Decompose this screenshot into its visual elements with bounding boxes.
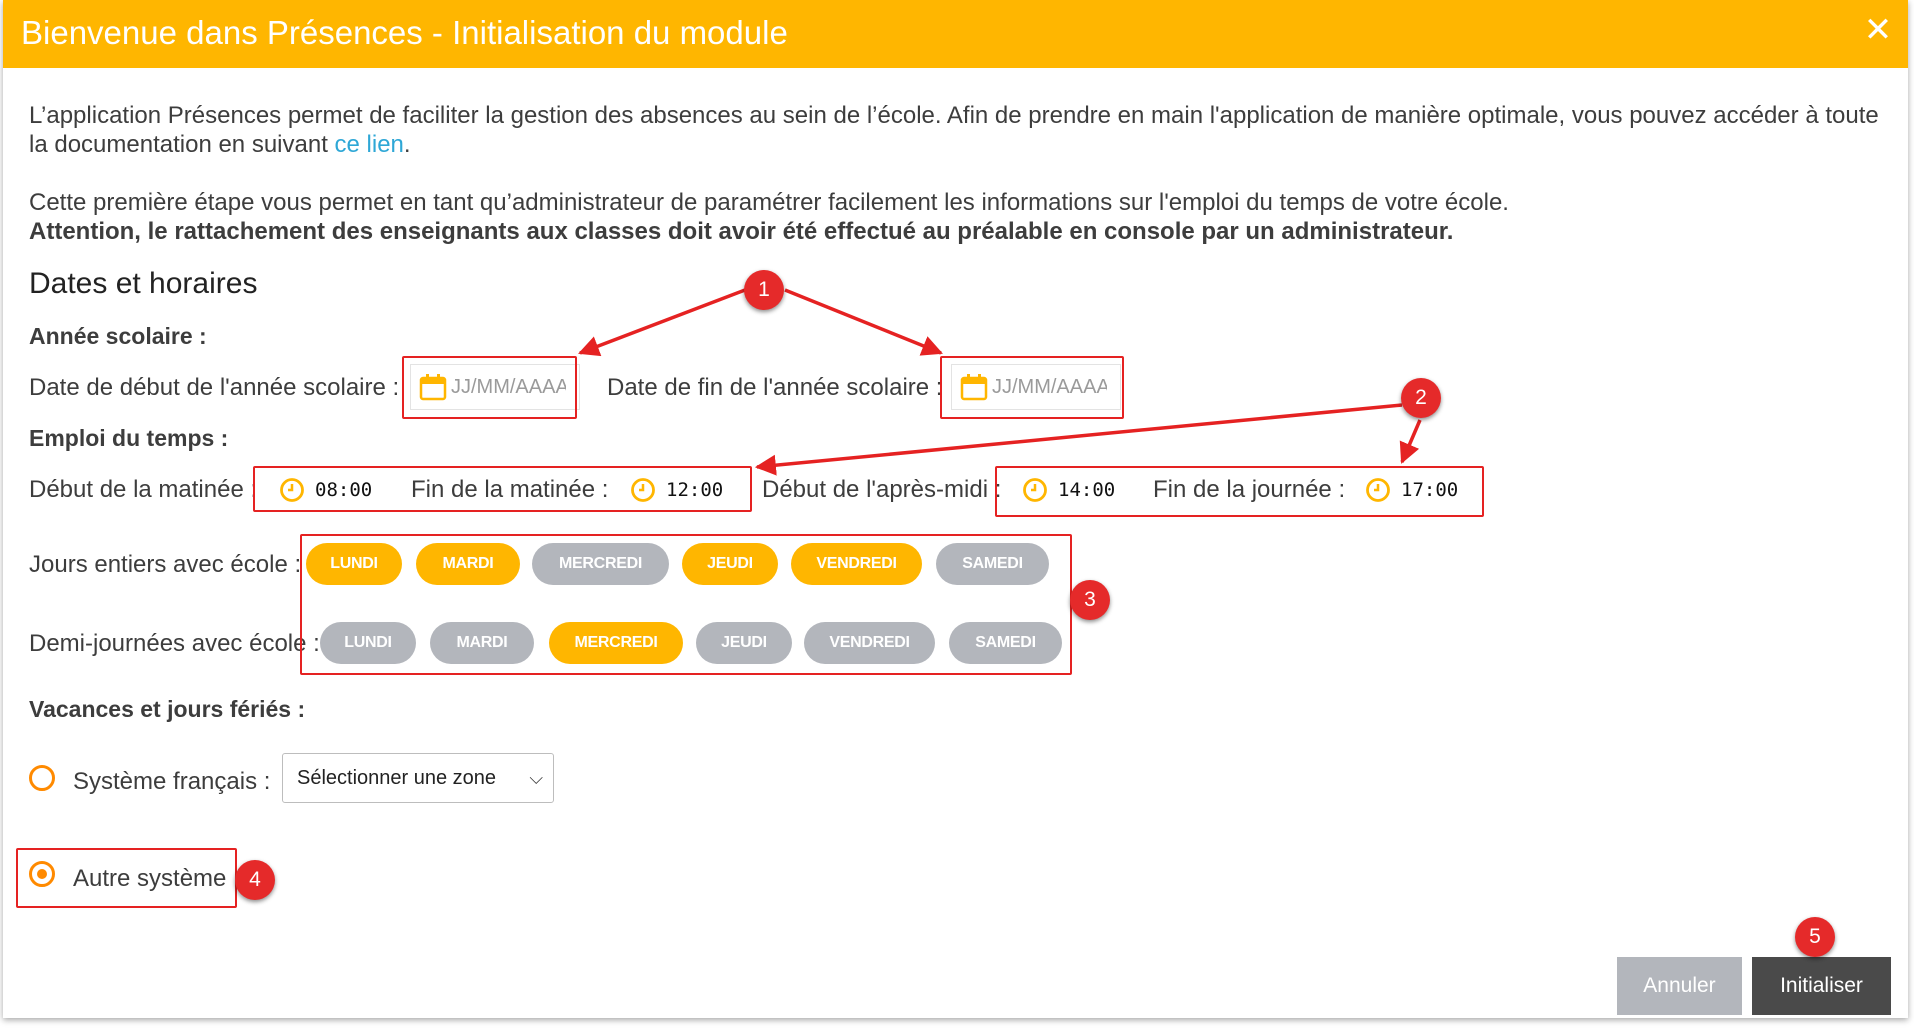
initialize-button[interactable]: Initialiser xyxy=(1752,957,1891,1015)
school-year-title: Année scolaire : xyxy=(29,323,207,349)
annotation-box-start-date xyxy=(402,356,577,419)
start-date-label: Date de début de l'année scolaire : xyxy=(29,374,400,401)
annotation-marker-5: 5 xyxy=(1795,917,1835,957)
french-system-label: Système français : xyxy=(73,768,271,795)
half-days-label: Demi-journées avec école : xyxy=(29,630,320,657)
schedule-title: Emploi du temps : xyxy=(29,425,229,451)
intro-line-2-prefix: la documentation en suivant xyxy=(29,131,335,158)
intro-line-2-suffix: . xyxy=(403,131,411,158)
dialog-title: Bienvenue dans Présences - Initialisatio… xyxy=(21,14,788,51)
annotation-box-other-system xyxy=(16,848,237,908)
annotation-box-end-date xyxy=(940,356,1124,419)
intro-line-2: la documentation en suivant ce lien. xyxy=(29,130,411,159)
dialog-header: Bienvenue dans Présences - Initialisatio… xyxy=(3,0,1908,68)
annotation-marker-4: 4 xyxy=(235,860,275,900)
annotation-box-morning xyxy=(253,466,752,512)
annotation-marker-1: 1 xyxy=(744,270,784,310)
zone-select-value: Sélectionner une zone xyxy=(297,767,497,789)
warning-text: Attention, le rattachement des enseignan… xyxy=(29,218,1454,245)
french-system-radio[interactable] xyxy=(29,765,55,791)
close-icon[interactable]: ✕ xyxy=(1858,10,1898,50)
annotation-box-afternoon xyxy=(995,466,1484,517)
zone-select[interactable]: Sélectionner une zone ⌵ xyxy=(282,753,554,803)
chevron-down-icon: ⌵ xyxy=(529,768,543,788)
annotation-marker-2: 2 xyxy=(1401,378,1441,418)
cancel-button[interactable]: Annuler xyxy=(1617,957,1742,1015)
section-title: Dates et horaires xyxy=(29,267,258,300)
afternoon-start-label: Début de l'après-midi : xyxy=(762,476,1002,503)
annotation-box-days xyxy=(300,534,1072,675)
documentation-link[interactable]: ce lien xyxy=(335,131,404,158)
intro-line-3: Cette première étape vous permet en tant… xyxy=(29,189,1509,216)
full-days-label: Jours entiers avec école : xyxy=(29,551,302,578)
annotation-marker-3: 3 xyxy=(1070,580,1110,620)
holidays-title: Vacances et jours fériés : xyxy=(29,696,306,722)
morning-start-label: Début de la matinée : xyxy=(29,476,258,503)
intro-line-1: L’application Présences permet de facili… xyxy=(29,102,1879,129)
end-date-label: Date de fin de l'année scolaire : xyxy=(607,374,943,401)
